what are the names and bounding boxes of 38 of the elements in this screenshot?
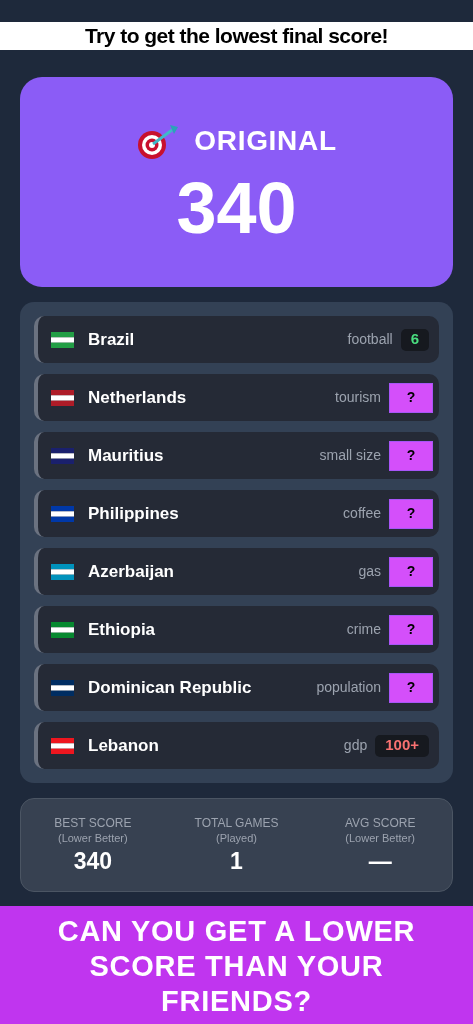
country-name: Dominican Republic	[88, 676, 253, 699]
category-label: coffee	[343, 504, 381, 523]
category-label: gas	[358, 562, 381, 581]
category-label: population	[316, 678, 381, 697]
stat-note: (Lower Better)	[345, 830, 415, 846]
stat-label: BEST SCORE	[54, 814, 132, 831]
category-label: crime	[346, 620, 381, 639]
stat-value: —	[368, 846, 392, 876]
category-label: tourism	[335, 388, 381, 407]
promo-text: CAN YOU GET A LOWER SCORE THAN YOUR FRIENDS?	[56, 913, 417, 1019]
score-badge: 6	[400, 328, 429, 351]
stat-note: (Lower Better)	[57, 830, 128, 846]
country-name: Philippines	[88, 502, 180, 525]
hidden-score-badge: ?	[389, 382, 433, 413]
stat-label: TOTAL GAMES	[194, 814, 279, 831]
hidden-score-badge: ?	[389, 672, 433, 703]
category-label: gdp	[343, 736, 368, 755]
stat-value: 340	[73, 846, 112, 876]
score-badge: 100+	[375, 734, 429, 757]
country-name: Netherlands	[88, 386, 188, 409]
country-name: Brazil	[88, 328, 136, 351]
category-label: small size	[319, 446, 381, 465]
country-name: Mauritius	[88, 444, 165, 467]
category-label: football	[347, 330, 393, 349]
stat-note: (Played)	[216, 830, 257, 846]
hidden-score-badge: ?	[389, 498, 433, 529]
country-name: Lebanon	[88, 734, 160, 757]
dart-target-icon	[136, 122, 181, 160]
hidden-score-badge: ?	[389, 614, 433, 645]
stat-value: 1	[230, 846, 243, 876]
country-name: Azerbaijan	[88, 560, 175, 583]
country-name: Ethiopia	[88, 618, 157, 641]
stat-label: AVG SCORE	[344, 814, 416, 831]
banner-text: Try to get the lowest final score!	[84, 23, 388, 50]
hidden-score-badge: ?	[389, 556, 433, 587]
final-score: 340	[176, 172, 297, 244]
mode-title: ORIGINAL	[194, 124, 337, 158]
hidden-score-badge: ?	[389, 440, 433, 471]
